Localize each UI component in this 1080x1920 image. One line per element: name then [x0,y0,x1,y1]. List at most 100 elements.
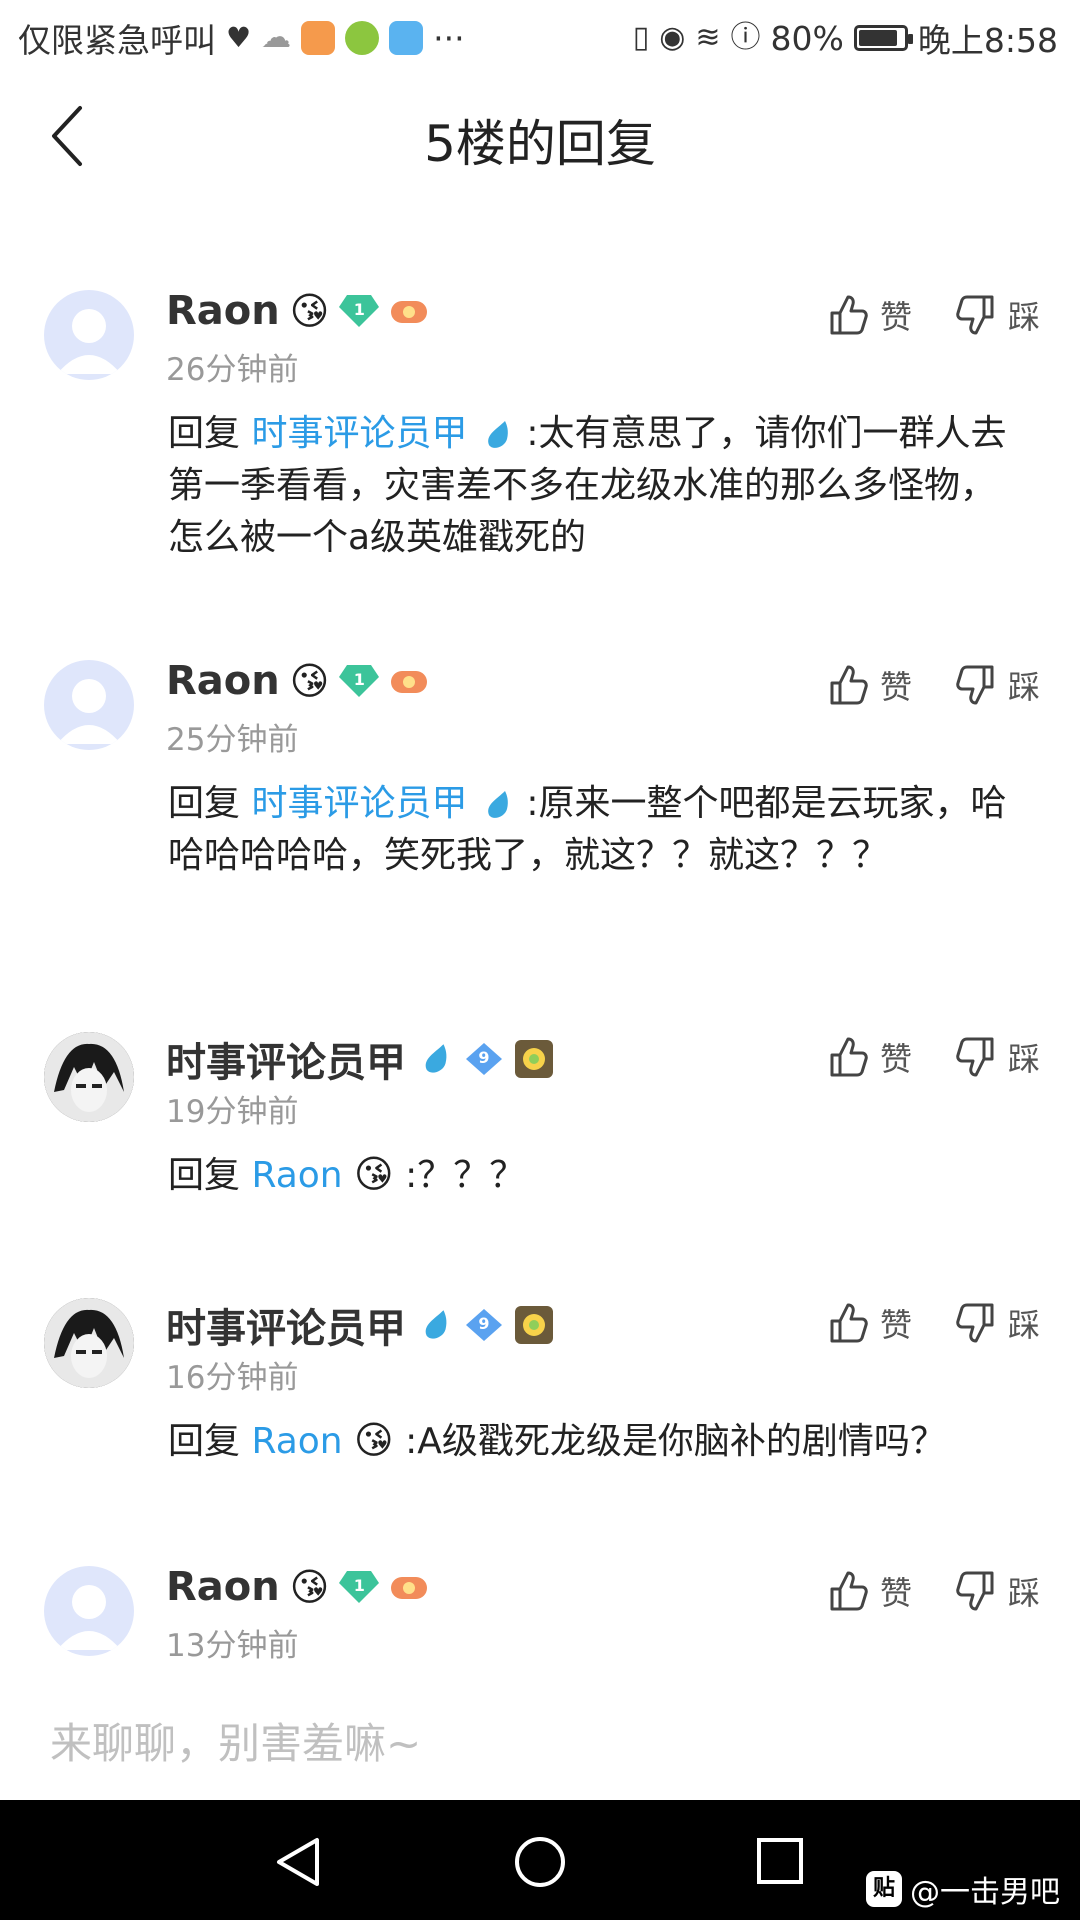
user-emoji: 😘 [289,289,330,333]
post-time: 16分钟前 [166,1360,299,1396]
username[interactable]: Raon [166,288,280,334]
dislike-button[interactable]: 踩 [956,292,1040,338]
like-label: 赞 [879,1574,912,1612]
like-button[interactable]: 赞 [828,662,912,708]
sun-badge-icon [514,1305,554,1345]
mention-link[interactable]: 时事评论员甲 [251,783,467,824]
level-badge-icon: 9 [464,1307,504,1343]
thumbs-down-icon [956,1037,994,1077]
gamepad-badge-icon [389,291,429,331]
dislike-button[interactable]: 踩 [956,1300,1040,1346]
like-label: 赞 [879,668,912,706]
sun-badge-icon [514,1039,554,1079]
watermark-text: @一击男吧 [910,1875,1060,1910]
clock: 晚上8:58 [917,21,1058,60]
reply-content: :？？？ [405,1155,526,1196]
anime-avatar-icon [44,1032,134,1122]
send-app-icon [389,21,424,55]
default-avatar-icon [57,1585,121,1650]
dislike-button[interactable]: 踩 [956,662,1040,708]
vibrate-icon: ▯ [632,20,650,55]
thumbs-up-icon [830,1037,868,1077]
avatar[interactable] [44,1566,134,1656]
status-right: ▯ ◉ ≋ ⓘ 80% 晚上8:58 [633,14,1058,62]
thumbs-up-icon [830,665,868,705]
level-badge-icon: 1 [339,663,380,699]
thumbs-up-icon [830,1303,868,1343]
battery-icon [853,25,913,51]
thumbs-down-icon [956,1303,994,1343]
level-number: 1 [353,670,365,689]
thumbs-up-icon [830,295,868,335]
eye-icon: ◉ [659,20,686,55]
thumbs-down-icon [956,295,994,335]
dislike-label: 踩 [1007,1306,1040,1344]
like-label: 赞 [879,1306,912,1344]
comment-text: 回复 时事评论员甲 :太有意思了，请你们一群人去第一季看看，灾害差不多在龙级水准… [168,408,1028,564]
user-emoji: 😘 [289,1565,330,1609]
triangle-back-icon [277,1838,319,1886]
avatar[interactable] [44,660,134,750]
nav-recents-button[interactable] [745,1826,815,1896]
water-drop-icon [488,791,508,818]
reply-prefix: 回复 [168,1421,241,1462]
gamepad-badge-icon [389,1567,429,1607]
default-avatar-icon [57,309,121,374]
reply-prefix: 回复 [168,1155,241,1196]
circle-home-icon [515,1837,565,1887]
mention-emoji: 😘 [354,1152,394,1196]
username[interactable]: 时事评论员甲 [166,1296,406,1354]
post-time: 25分钟前 [166,722,299,758]
post-time: 19分钟前 [166,1094,299,1130]
like-button[interactable]: 赞 [828,1034,912,1080]
avatar[interactable] [44,1032,134,1122]
level-badge-icon: 1 [339,293,380,329]
gamepad-badge-icon [389,661,429,701]
water-drop-icon [488,421,508,448]
level-number: 1 [353,300,365,319]
mention-link[interactable]: 时事评论员甲 [251,413,467,454]
avatar[interactable] [44,290,134,380]
dislike-label: 踩 [1007,1574,1040,1612]
avatar[interactable] [44,1298,134,1388]
username[interactable]: 时事评论员甲 [166,1030,406,1088]
reply-input[interactable]: 来聊聊，别害羞嘛~ [50,1710,421,1771]
default-avatar-icon [57,679,121,744]
like-label: 赞 [879,1040,912,1078]
like-button[interactable]: 赞 [828,1300,912,1346]
username[interactable]: Raon [166,1564,280,1610]
level-badge-icon: 9 [464,1041,504,1077]
water-drop-icon [425,1044,447,1073]
thumbs-down-icon [956,1571,994,1611]
water-drop-icon [425,1310,447,1339]
mention-link[interactable]: Raon [251,1421,342,1462]
anime-avatar-icon [44,1298,134,1388]
comment-text: 回复 Raon 😘 :A级戳死龙级是你脑补的剧情吗？ [168,1416,1028,1468]
thumbs-up-icon [830,1571,868,1611]
comment-text: 回复 时事评论员甲 :原来一整个吧都是云玩家，哈哈哈哈哈哈，笑死我了，就这？？就… [168,778,1028,882]
reply-prefix: 回复 [168,783,241,824]
like-button[interactable]: 赞 [828,1568,912,1614]
square-recents-icon [757,1838,803,1884]
mention-emoji: 😘 [354,1418,394,1462]
nav-back-button[interactable] [265,1826,335,1896]
page-title: 5楼的回复 [424,115,656,173]
comment-text: 回复 Raon 😘 :？？？ [168,1150,1028,1202]
level-number: 9 [478,1048,490,1067]
video-app-icon [301,21,336,55]
level-number: 1 [353,1576,365,1595]
nav-home-button[interactable] [505,1826,575,1896]
mention-link[interactable]: Raon [251,1155,342,1196]
dislike-label: 踩 [1007,298,1040,336]
header: 5楼的回复 [0,74,1080,204]
weather-icon: ☁ [261,20,292,55]
username[interactable]: Raon [166,658,280,704]
post-time: 26分钟前 [166,352,299,388]
dislike-button[interactable]: 踩 [956,1034,1040,1080]
level-number: 9 [478,1314,490,1333]
dislike-button[interactable]: 踩 [956,1568,1040,1614]
user-emoji: 😘 [289,659,330,703]
carrier-text: 仅限紧急呼叫 [18,21,216,60]
like-button[interactable]: 赞 [828,292,912,338]
post-time: 13分钟前 [166,1628,299,1664]
